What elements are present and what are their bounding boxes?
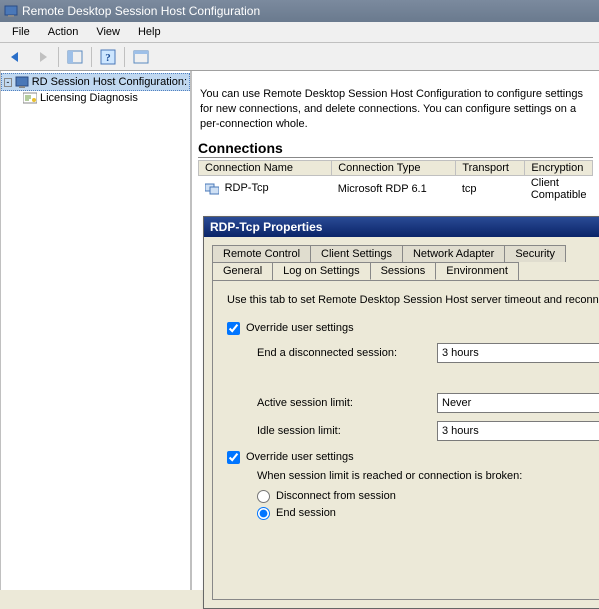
menu-file[interactable]: File <box>4 24 38 40</box>
col-transport[interactable]: Transport <box>456 160 525 175</box>
tab-sessions[interactable]: Sessions <box>370 262 437 280</box>
cell-encryption: Client Compatible <box>525 175 593 202</box>
host-config-icon <box>15 75 29 89</box>
tab-network-adapter[interactable]: Network Adapter <box>402 245 505 262</box>
cell-type: Microsoft RDP 6.1 <box>332 175 456 202</box>
active-session-limit-combo[interactable]: Never <box>437 393 599 413</box>
col-connection-name[interactable]: Connection Name <box>199 160 332 175</box>
toolbar: ? <box>0 43 599 71</box>
end-session-radio-label: End session <box>276 507 336 519</box>
tree-root-label: RD Session Host Configuration: <box>32 76 187 88</box>
tab-log-on-settings[interactable]: Log on Settings <box>272 262 370 280</box>
table-row[interactable]: RDP-Tcp Microsoft RDP 6.1 tcp Client Com… <box>199 175 593 202</box>
app-icon <box>4 4 18 18</box>
toolbar-separator <box>124 47 125 67</box>
show-hide-tree-button[interactable] <box>63 46 87 68</box>
override-user-settings-1-checkbox[interactable] <box>227 322 240 335</box>
tab-client-settings[interactable]: Client Settings <box>310 245 403 262</box>
connections-heading: Connections <box>198 140 593 158</box>
tree-child-label: Licensing Diagnosis <box>40 92 138 104</box>
idle-session-limit-value: 3 hours <box>442 425 479 437</box>
refresh-button[interactable] <box>129 46 153 68</box>
toolbar-separator <box>91 47 92 67</box>
licensing-icon <box>23 92 37 104</box>
window-title: Remote Desktop Session Host Configuratio… <box>22 4 260 18</box>
end-disconnected-value: 3 hours <box>442 347 479 359</box>
menubar: File Action View Help <box>0 22 599 43</box>
end-disconnected-combo[interactable]: 3 hours <box>437 343 599 363</box>
dialog-titlebar: RDP-Tcp Properties <box>204 217 599 237</box>
help-button[interactable]: ? <box>96 46 120 68</box>
tab-strip: Remote Control Client Settings Network A… <box>212 245 599 280</box>
tab-security[interactable]: Security <box>504 245 566 262</box>
idle-session-limit-label: Idle session limit: <box>257 425 427 437</box>
menu-help[interactable]: Help <box>130 24 169 40</box>
tree-expand-icon[interactable]: - <box>4 78 12 87</box>
override-user-settings-2-label: Override user settings <box>246 451 354 463</box>
col-encryption[interactable]: Encryption <box>525 160 593 175</box>
svg-text:?: ? <box>105 52 111 64</box>
intro-text: You can use Remote Desktop Session Host … <box>192 71 599 140</box>
override-user-settings-1-label: Override user settings <box>246 322 354 334</box>
when-reached-label: When session limit is reached or connect… <box>257 470 599 482</box>
disconnect-radio-label: Disconnect from session <box>276 490 396 502</box>
cell-name: RDP-Tcp <box>225 182 269 194</box>
end-disconnected-label: End a disconnected session: <box>257 347 427 359</box>
menu-action[interactable]: Action <box>40 24 87 40</box>
menu-view[interactable]: View <box>88 24 128 40</box>
connections-table: Connection Name Connection Type Transpor… <box>198 160 593 202</box>
tree-root-item[interactable]: - RD Session Host Configuration: <box>1 73 190 91</box>
cell-transport: tcp <box>456 175 525 202</box>
tab-remote-control[interactable]: Remote Control <box>212 245 311 262</box>
tree-child-licensing[interactable]: Licensing Diagnosis <box>1 91 190 105</box>
back-button[interactable] <box>4 46 28 68</box>
window-titlebar: Remote Desktop Session Host Configuratio… <box>0 0 599 22</box>
forward-button[interactable] <box>30 46 54 68</box>
active-session-limit-label: Active session limit: <box>257 397 427 409</box>
disconnect-radio[interactable] <box>257 490 270 503</box>
idle-session-limit-combo[interactable]: 3 hours <box>437 421 599 441</box>
sessions-panel: Use this tab to set Remote Desktop Sessi… <box>212 280 599 600</box>
properties-dialog: RDP-Tcp Properties Remote Control Client… <box>203 216 599 609</box>
tab-general[interactable]: General <box>212 262 273 280</box>
table-header-row: Connection Name Connection Type Transpor… <box>199 160 593 175</box>
connection-icon <box>205 183 219 195</box>
tree-pane: - RD Session Host Configuration: Licensi… <box>0 71 192 590</box>
col-connection-type[interactable]: Connection Type <box>332 160 456 175</box>
tab-environment[interactable]: Environment <box>435 262 519 280</box>
override-user-settings-2-checkbox[interactable] <box>227 451 240 464</box>
sessions-description: Use this tab to set Remote Desktop Sessi… <box>227 293 599 308</box>
end-session-radio[interactable] <box>257 507 270 520</box>
active-session-limit-value: Never <box>442 397 471 409</box>
toolbar-separator <box>58 47 59 67</box>
